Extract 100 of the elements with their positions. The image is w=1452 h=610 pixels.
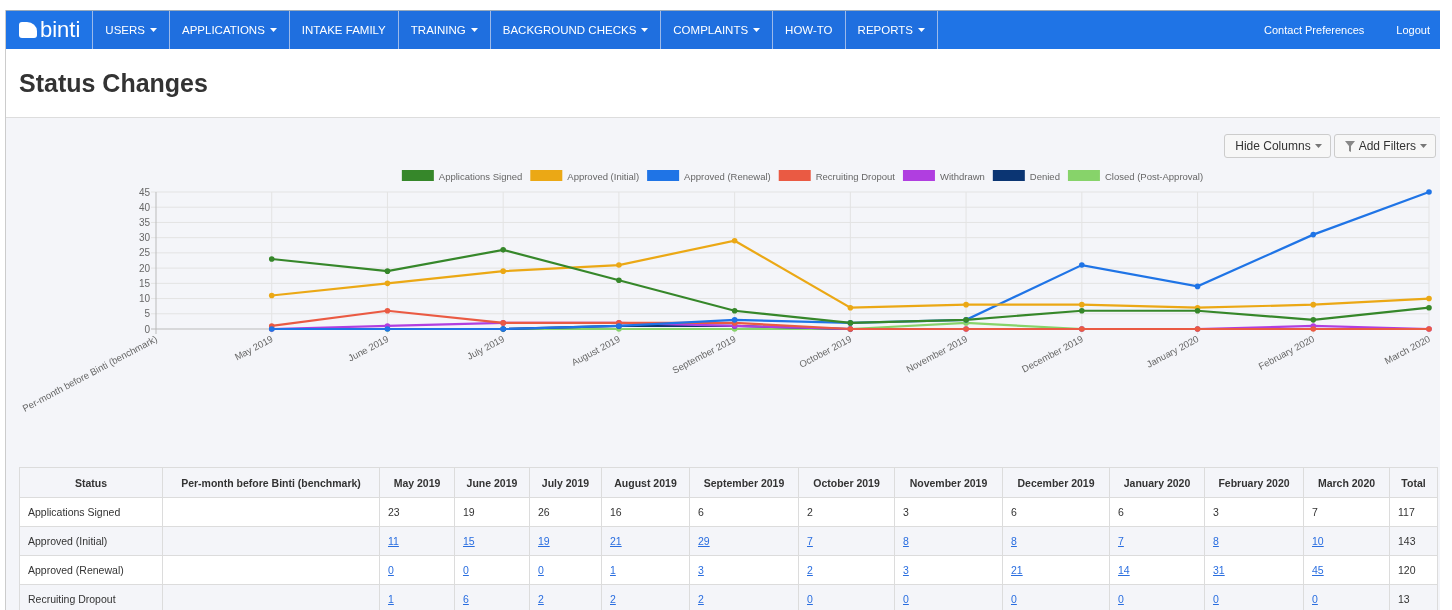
table-cell: 2 xyxy=(798,497,895,527)
count-link[interactable]: 8 xyxy=(1011,535,1017,547)
filter-icon xyxy=(1344,140,1355,152)
legend-label: Recruiting Dropout xyxy=(815,170,895,182)
count-link[interactable]: 7 xyxy=(807,535,813,547)
data-point xyxy=(1426,304,1432,311)
count-link[interactable]: 15 xyxy=(463,535,475,547)
nav-menu-item[interactable]: COMPLAINTS xyxy=(661,11,774,49)
count-link[interactable]: 3 xyxy=(698,564,704,576)
column-header: March 2020 xyxy=(1303,467,1390,498)
table-cell: 3 xyxy=(1204,497,1304,527)
y-tick-label: 25 xyxy=(138,247,150,259)
count-link[interactable]: 11 xyxy=(388,535,399,547)
count-link[interactable]: 2 xyxy=(807,564,813,576)
table-cell: 3 xyxy=(894,497,1003,527)
count-link[interactable]: 31 xyxy=(1213,564,1225,576)
data-point xyxy=(963,301,969,308)
count-link[interactable]: 1 xyxy=(388,593,394,605)
data-point xyxy=(1426,295,1432,302)
data-point xyxy=(1079,262,1085,268)
y-tick-label: 30 xyxy=(138,232,150,244)
data-point xyxy=(616,277,622,284)
legend-label: Approved (Renewal) xyxy=(684,170,771,182)
column-header: July 2019 xyxy=(529,467,602,498)
x-tick-label: June 2019 xyxy=(346,333,391,364)
nav-menu-item[interactable]: USERS xyxy=(93,11,170,49)
data-point xyxy=(731,237,738,244)
nav-menu-item[interactable]: APPLICATIONS xyxy=(170,11,290,49)
nav-link[interactable]: Contact Preferences xyxy=(1242,11,1375,49)
count-link[interactable]: 7 xyxy=(1118,535,1124,547)
count-link[interactable]: 45 xyxy=(1312,564,1324,576)
table-cell: Approved (Renewal) xyxy=(19,555,163,585)
count-link[interactable]: 19 xyxy=(538,535,550,547)
column-header: February 2020 xyxy=(1204,467,1304,498)
data-point xyxy=(384,268,391,274)
count-link[interactable]: 0 xyxy=(538,564,544,576)
table-cell: 19 xyxy=(454,497,530,527)
nav-link[interactable]: Logout xyxy=(1374,11,1440,49)
x-tick-label: July 2019 xyxy=(465,333,507,362)
data-point xyxy=(384,307,391,314)
legend-label: Closed (Post-Approval) xyxy=(1104,170,1204,182)
count-link[interactable]: 0 xyxy=(1312,593,1318,605)
nav-menu-item[interactable]: TRAINING xyxy=(398,11,491,49)
cloud-icon xyxy=(19,22,37,38)
data-point xyxy=(268,256,275,262)
column-header: October 2019 xyxy=(798,467,895,498)
y-tick-label: 20 xyxy=(138,262,150,274)
y-tick-label: 45 xyxy=(138,186,150,198)
nav-menu-item[interactable]: BACKGROUND CHECKS xyxy=(490,11,662,49)
data-point xyxy=(500,247,506,253)
nav-menu-item[interactable]: REPORTS xyxy=(845,11,938,49)
add-filters-button[interactable]: Add Filters xyxy=(1333,134,1436,158)
count-link[interactable]: 29 xyxy=(698,535,710,547)
y-tick-label: 10 xyxy=(138,293,150,305)
table-cell: 7 xyxy=(1303,497,1390,527)
count-link[interactable]: 8 xyxy=(1213,535,1219,547)
count-link[interactable]: 10 xyxy=(1312,535,1324,547)
data-point xyxy=(384,280,391,287)
column-header: Total xyxy=(1389,467,1438,498)
count-link[interactable]: 8 xyxy=(903,535,909,547)
column-header: June 2019 xyxy=(454,467,530,498)
count-link[interactable]: 0 xyxy=(807,593,813,605)
count-link[interactable]: 2 xyxy=(538,593,544,605)
data-point xyxy=(1310,231,1317,238)
table-cell: 23 xyxy=(379,497,455,527)
count-link[interactable]: 21 xyxy=(1011,564,1023,576)
count-link[interactable]: 2 xyxy=(698,593,704,605)
table-cell: 6 xyxy=(689,497,799,527)
count-link[interactable]: 6 xyxy=(463,593,469,605)
data-point xyxy=(731,307,738,314)
caret-icon xyxy=(1420,144,1427,148)
table-cell: 117 xyxy=(1389,497,1438,527)
data-point xyxy=(847,304,854,311)
data-point xyxy=(616,262,622,268)
count-link[interactable]: 0 xyxy=(1118,593,1124,605)
count-link[interactable]: 0 xyxy=(463,564,469,576)
count-link[interactable]: 21 xyxy=(610,535,622,547)
nav-menu-item[interactable]: HOW-TO xyxy=(773,11,846,49)
count-link[interactable]: 0 xyxy=(903,593,909,605)
y-tick-label: 0 xyxy=(144,323,150,335)
count-link[interactable]: 3 xyxy=(903,564,909,576)
data-point xyxy=(268,292,275,299)
data-point xyxy=(1194,283,1201,290)
table-cell: Recruiting Dropout xyxy=(19,584,163,610)
count-link[interactable]: 0 xyxy=(1213,593,1219,605)
count-link[interactable]: 0 xyxy=(388,564,394,576)
table-cell: Applications Signed xyxy=(19,497,163,527)
x-tick-label: March 2020 xyxy=(1382,333,1432,367)
column-header: May 2019 xyxy=(379,467,455,498)
count-link[interactable]: 14 xyxy=(1118,564,1130,576)
caret-icon xyxy=(1314,144,1322,148)
nav-menu-item[interactable]: INTAKE FAMILY xyxy=(289,11,399,49)
count-link[interactable]: 2 xyxy=(610,593,616,605)
count-link[interactable]: 0 xyxy=(1011,593,1017,605)
column-header: December 2019 xyxy=(1002,467,1110,498)
dropdown-button[interactable]: Hide Columns xyxy=(1224,134,1331,158)
table-cell: 26 xyxy=(529,497,602,527)
count-link[interactable]: 1 xyxy=(610,564,616,576)
legend-label: Denied xyxy=(1029,170,1060,182)
table-cell: Approved (Initial) xyxy=(19,526,163,556)
